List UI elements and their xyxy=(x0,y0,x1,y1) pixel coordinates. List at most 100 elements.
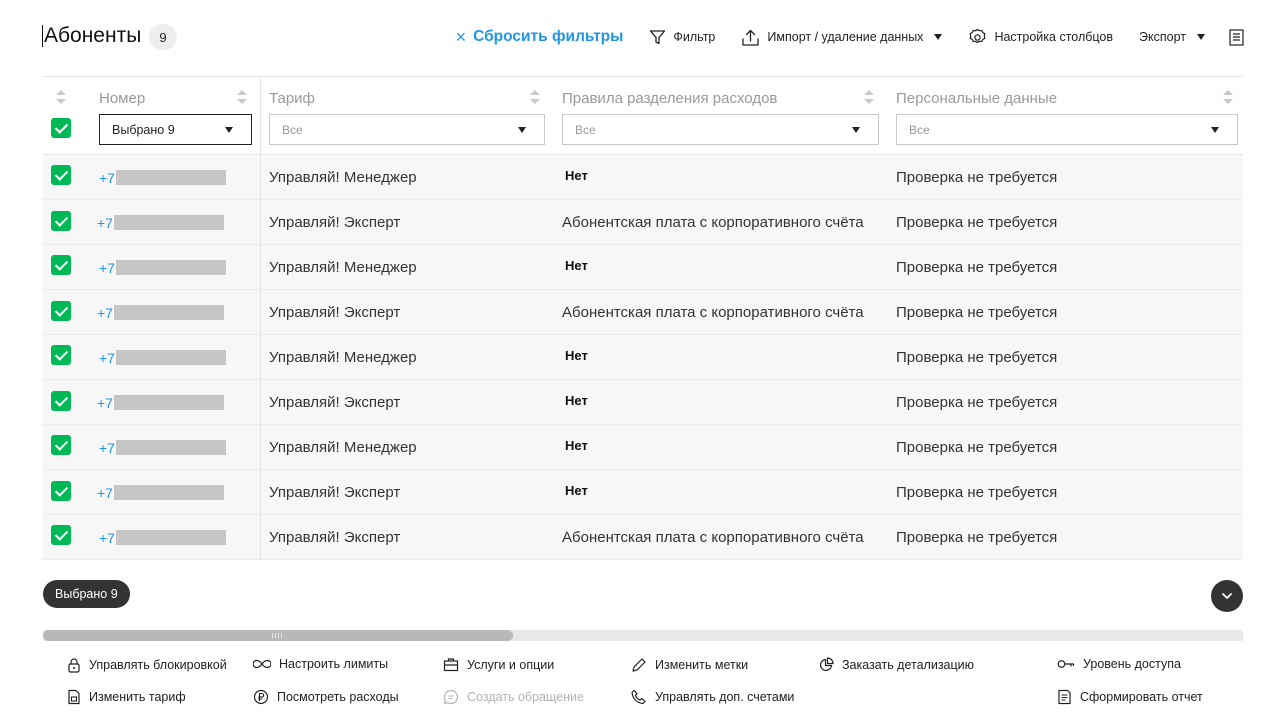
rules-filter-select[interactable]: Все xyxy=(562,114,879,145)
table-row[interactable]: +7 Управляй! Менеджер Нет Проверка не требу… xyxy=(43,155,1243,200)
column-divider xyxy=(260,77,261,155)
masked-phone-digits xyxy=(113,305,224,320)
row-checkbox[interactable] xyxy=(51,255,71,275)
personal-filter-select[interactable]: Все xyxy=(896,114,1238,145)
export-dropdown[interactable]: Экспорт xyxy=(1139,30,1205,44)
manage-block-button[interactable]: Управлять блокировкой xyxy=(67,657,227,673)
masked-phone-digits xyxy=(113,485,224,500)
manage-accounts-button[interactable]: Управлять доп. счетами xyxy=(631,689,794,705)
phone-number[interactable]: +7 xyxy=(99,515,226,560)
phone-prefix: +7 xyxy=(97,394,113,411)
masked-phone-digits xyxy=(115,350,226,365)
table-row[interactable]: +7 Управляй! Эксперт Абонентская плата с к… xyxy=(43,515,1243,560)
phone-prefix: +7 xyxy=(97,214,113,231)
view-expenses-button[interactable]: Посмотреть расходы xyxy=(253,689,399,705)
sim-card-icon xyxy=(68,689,80,705)
table-row[interactable]: +7 Управляй! Эксперт Нет Проверка не требуе… xyxy=(43,380,1243,425)
number-filter-select[interactable]: Выбрано 9 xyxy=(99,114,252,145)
chevron-down-icon xyxy=(1197,34,1205,40)
make-report-button[interactable]: Сформировать отчет xyxy=(1057,689,1203,705)
document-list-icon xyxy=(1229,28,1244,46)
change-tariff-button[interactable]: Изменить тариф xyxy=(67,689,186,705)
order-details-button[interactable]: Заказать детализацию xyxy=(819,657,974,672)
table-row[interactable]: +7 Управляй! Эксперт Абонентская плата с к… xyxy=(43,290,1243,335)
row-checkbox[interactable] xyxy=(51,165,71,185)
phone-number[interactable]: +7 xyxy=(97,290,224,335)
manage-block-label: Управлять блокировкой xyxy=(89,658,227,672)
rules-cell: Нет xyxy=(565,258,588,273)
filter-button[interactable]: Фильтр xyxy=(649,29,715,46)
reset-filters-button[interactable]: × Сбросить фильтры xyxy=(456,27,624,48)
phone-prefix: +7 xyxy=(97,304,113,321)
chevron-down-icon xyxy=(1222,593,1232,599)
table-row[interactable]: +7 Управляй! Эксперт Нет Проверка не требуе… xyxy=(43,470,1243,515)
services-options-label: Услуги и опции xyxy=(467,657,555,672)
scrollbar-grip xyxy=(272,633,284,638)
column-divider xyxy=(260,515,261,560)
make-report-label: Сформировать отчет xyxy=(1080,690,1203,704)
sort-icon[interactable] xyxy=(530,89,540,105)
change-tariff-label: Изменить тариф xyxy=(89,690,186,704)
tariff-cell: Управляй! Эксперт xyxy=(269,484,401,501)
tariff-filter-select[interactable]: Все xyxy=(269,114,545,145)
table-row[interactable]: +7 Управляй! Менеджер Нет Проверка не требу… xyxy=(43,425,1243,470)
count-badge: 9 xyxy=(149,24,177,50)
table-row[interactable]: +7 Управляй! Менеджер Нет Проверка не требу… xyxy=(43,245,1243,290)
masked-phone-digits xyxy=(115,530,226,545)
key-icon xyxy=(1057,660,1075,668)
phone-number[interactable]: +7 xyxy=(99,155,226,200)
column-header-tariff: Тариф xyxy=(269,90,315,107)
row-checkbox[interactable] xyxy=(51,301,71,321)
list-view-button[interactable] xyxy=(1229,28,1244,46)
edit-tags-button[interactable]: Изменить метки xyxy=(631,657,748,673)
horizontal-scrollbar[interactable] xyxy=(43,630,1243,641)
phone-number[interactable]: +7 xyxy=(99,425,226,470)
phone-prefix: +7 xyxy=(99,169,115,186)
phone-number[interactable]: +7 xyxy=(99,245,226,290)
row-checkbox[interactable] xyxy=(51,481,71,501)
row-checkbox[interactable] xyxy=(51,345,71,365)
set-limits-button[interactable]: Настроить лимиты xyxy=(253,657,388,671)
infinity-icon xyxy=(253,659,271,669)
row-checkbox[interactable] xyxy=(51,211,71,231)
text-cursor xyxy=(42,25,43,47)
phone-number[interactable]: +7 xyxy=(97,200,224,245)
sort-icon[interactable] xyxy=(56,89,66,105)
row-checkbox[interactable] xyxy=(51,435,71,455)
rules-cell: Нет xyxy=(565,393,588,408)
phone-number[interactable]: +7 xyxy=(97,470,224,515)
import-delete-dropdown[interactable]: Импорт / удаление данных xyxy=(741,28,943,47)
sort-icon[interactable] xyxy=(237,89,247,105)
phone-prefix: +7 xyxy=(97,484,113,501)
column-settings-button[interactable]: Настройка столбцов xyxy=(968,28,1113,47)
row-checkbox[interactable] xyxy=(51,525,71,545)
sort-icon[interactable] xyxy=(864,89,874,105)
tariff-cell: Управляй! Менеджер xyxy=(269,169,417,186)
personal-data-cell: Проверка не требуется xyxy=(896,304,1058,321)
table-row[interactable]: +7 Управляй! Эксперт Абонентская плата с к… xyxy=(43,200,1243,245)
scrollbar-thumb[interactable] xyxy=(43,630,513,641)
phone-number[interactable]: +7 xyxy=(97,380,224,425)
phone-number[interactable]: +7 xyxy=(99,335,226,380)
masked-phone-digits xyxy=(113,395,224,410)
services-options-button[interactable]: Услуги и опции xyxy=(443,657,554,672)
manage-accounts-label: Управлять доп. счетами xyxy=(655,690,795,704)
chat-bubble-icon xyxy=(443,689,459,705)
personal-data-cell: Проверка не требуется xyxy=(896,214,1058,231)
column-divider xyxy=(260,155,261,200)
tariff-filter-value: Все xyxy=(282,122,303,137)
row-checkbox[interactable] xyxy=(51,391,71,411)
select-all-checkbox[interactable] xyxy=(51,118,71,138)
import-delete-label: Импорт / удаление данных xyxy=(767,30,924,44)
sort-icon[interactable] xyxy=(1223,89,1233,105)
rules-cell: Нет xyxy=(565,348,588,363)
table-header: Номер Выбрано 9 Тариф Все Правила раздел… xyxy=(43,77,1243,155)
table-row[interactable]: +7 Управляй! Менеджер Нет Проверка не требу… xyxy=(43,335,1243,380)
toolbar: × Сбросить фильтры Фильтр Импорт / удале… xyxy=(456,22,1244,52)
access-level-button[interactable]: Уровень доступа xyxy=(1057,657,1181,671)
selected-count-pill[interactable]: Выбрано 9 xyxy=(43,580,130,608)
create-request-button[interactable]: Создать обращение xyxy=(443,689,584,705)
scroll-down-button[interactable] xyxy=(1211,580,1243,612)
rules-cell: Абонентская плата с корпоративного счёта xyxy=(562,304,864,321)
personal-data-cell: Проверка не требуется xyxy=(896,394,1058,411)
